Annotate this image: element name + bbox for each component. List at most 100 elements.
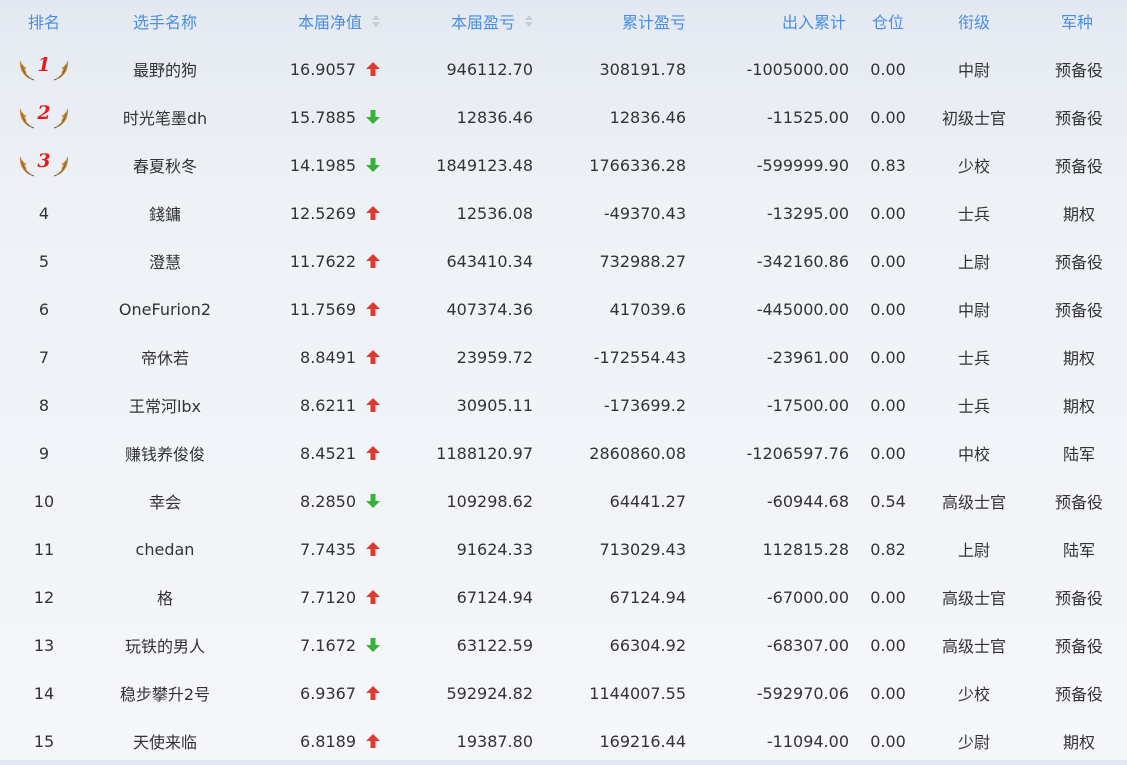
header-inout[interactable]: 出入累计 <box>686 0 846 42</box>
header-rank[interactable]: 排名 <box>0 0 88 42</box>
nav-cell: 8.4521 <box>300 443 356 463</box>
inout-cell: -342160.86 <box>756 251 849 271</box>
nav-cell: 8.6211 <box>300 395 356 415</box>
header-total-pl-label: 累计盈亏 <box>621 13 686 32</box>
season-pl-cell: 643410.34 <box>446 251 533 271</box>
position-cell: 0.00 <box>870 587 906 607</box>
header-grade[interactable]: 衔级 <box>921 0 1027 42</box>
total-pl-cell: 2860860.08 <box>589 443 686 463</box>
player-name-cell[interactable]: 王常河lbx <box>88 381 242 429</box>
inout-cell: -1206597.76 <box>746 443 849 463</box>
nav-cell: 11.7622 <box>289 251 356 271</box>
table-header: 排名 选手名称 本届净值 本届盈亏 累计盈亏 出入累计 仓位 衔级 军种 <box>0 0 1127 42</box>
table-row[interactable]: 8 王常河lbx 8.6211 30905.11 -173699.2 -17500.00 0… <box>0 381 1127 429</box>
arrow-up-icon <box>364 45 382 93</box>
season-pl-cell: 23959.72 <box>456 347 533 367</box>
rank-cell: 13 <box>33 635 55 655</box>
season-pl-cell: 1849123.48 <box>436 155 533 175</box>
player-name-cell[interactable]: chedan <box>88 525 242 573</box>
position-cell: 0.82 <box>870 539 906 559</box>
arrow-up-icon <box>364 669 382 717</box>
branch-cell: 预备役 <box>1054 493 1103 512</box>
total-pl-cell: 67124.94 <box>609 587 686 607</box>
header-branch[interactable]: 军种 <box>1027 0 1127 42</box>
grade-cell: 高级士官 <box>941 493 1006 512</box>
header-position[interactable]: 仓位 <box>855 0 921 42</box>
total-pl-cell: 12836.46 <box>609 107 686 127</box>
table-row[interactable]: 5 澄慧 11.7622 643410.34 732988.27 -342160.86 0.… <box>0 237 1127 285</box>
arrow-up-icon <box>364 333 382 381</box>
sort-icon[interactable] <box>525 15 533 27</box>
header-nav-sortable[interactable]: 本届净值 <box>242 0 380 42</box>
player-name-cell[interactable]: 格 <box>88 573 242 621</box>
nav-cell: 14.1985 <box>289 155 356 175</box>
inout-cell: -23961.00 <box>766 347 849 367</box>
total-pl-cell: 64441.27 <box>609 491 686 511</box>
table-row[interactable]: 7 帝休若 8.8491 23959.72 -172554.43 -23961.00 0.0… <box>0 333 1127 381</box>
position-cell: 0.00 <box>870 683 906 703</box>
season-pl-cell: 1188120.97 <box>436 443 533 463</box>
player-name-cell[interactable]: 澄慧 <box>88 237 242 285</box>
position-cell: 0.54 <box>870 491 906 511</box>
header-total-pl[interactable]: 累计盈亏 <box>533 0 686 42</box>
nav-cell: 12.5269 <box>289 203 356 223</box>
player-name-cell[interactable]: 稳步攀升2号 <box>88 669 242 717</box>
total-pl-cell: -49370.43 <box>603 203 686 223</box>
inout-cell: -68307.00 <box>766 635 849 655</box>
header-season-pl-sortable[interactable]: 本届盈亏 <box>380 0 533 42</box>
rank-cell: 7 <box>38 347 50 367</box>
table-row[interactable]: 11 chedan 7.7435 91624.33 713029.43 112815.28… <box>0 525 1127 573</box>
table-row[interactable]: 10 幸会 8.2850 109298.62 64441.27 -60944.68 0.54… <box>0 477 1127 525</box>
nav-cell: 7.1672 <box>300 635 356 655</box>
table-row[interactable]: 6 OneFurion2 11.7569 407374.36 417039.6 -4450… <box>0 285 1127 333</box>
table-row[interactable]: 4 錢鏞 12.5269 12536.08 -49370.43 -13295.00 0.00… <box>0 189 1127 237</box>
grade-cell: 中尉 <box>957 301 990 320</box>
rank-cell: 10 <box>33 491 55 511</box>
arrow-up-icon <box>364 429 382 477</box>
arrow-down-icon <box>364 141 382 189</box>
branch-cell: 预备役 <box>1054 61 1103 80</box>
player-name-cell[interactable]: 帝休若 <box>88 333 242 381</box>
table-row[interactable]: 13 玩铁的男人 7.1672 63122.59 66304.92 -68307.00 0.… <box>0 621 1127 669</box>
player-name-cell[interactable]: OneFurion2 <box>88 285 242 333</box>
position-cell: 0.00 <box>870 203 906 223</box>
player-name-cell[interactable]: 幸会 <box>88 477 242 525</box>
player-name-cell[interactable]: 时光笔墨dh <box>88 93 242 141</box>
player-name-cell[interactable]: 天使来临 <box>88 717 242 765</box>
branch-cell: 陆军 <box>1062 541 1095 560</box>
branch-cell: 预备役 <box>1054 253 1103 272</box>
table-row[interactable]: 3 春夏秋冬 14.1985 1849123.48 1766336.28 -599999.… <box>0 141 1127 189</box>
rank-cell: 2 <box>0 93 88 141</box>
player-name-cell[interactable]: 春夏秋冬 <box>88 141 242 189</box>
inout-cell: -13295.00 <box>766 203 849 223</box>
player-name-cell[interactable]: 錢鏞 <box>88 189 242 237</box>
table-row[interactable]: 14 稳步攀升2号 6.9367 592924.82 1144007.55 -592970… <box>0 669 1127 717</box>
header-nav-label: 本届净值 <box>297 13 362 32</box>
player-name-cell[interactable]: 最野的狗 <box>88 45 242 93</box>
position-cell: 0.00 <box>870 635 906 655</box>
season-pl-cell: 63122.59 <box>456 635 533 655</box>
wing-medal-icon: 3 <box>18 150 69 178</box>
arrow-up-icon <box>364 381 382 429</box>
rank-cell: 14 <box>33 683 55 703</box>
grade-cell: 上尉 <box>957 541 990 560</box>
inout-cell: -599999.90 <box>756 155 849 175</box>
table-row[interactable]: 12 格 7.7120 67124.94 67124.94 -67000.00 0.00 高级… <box>0 573 1127 621</box>
player-name-cell[interactable]: 玩铁的男人 <box>88 621 242 669</box>
table-row[interactable]: 15 天使来临 6.8189 19387.80 169216.44 -11094.00 0.… <box>0 717 1127 765</box>
grade-cell: 少校 <box>957 685 990 704</box>
branch-cell: 预备役 <box>1054 685 1103 704</box>
rank-cell: 8 <box>38 395 50 415</box>
table-row[interactable]: 9 赚钱养俊俊 8.4521 1188120.97 2860860.08 -1206597… <box>0 429 1127 477</box>
total-pl-cell: 308191.78 <box>599 59 686 79</box>
rank-cell: 1 <box>0 45 88 93</box>
position-cell: 0.00 <box>870 443 906 463</box>
sort-icon[interactable] <box>372 15 380 27</box>
rank-cell: 6 <box>38 299 50 319</box>
rank-cell: 11 <box>33 539 55 559</box>
player-name-cell[interactable]: 赚钱养俊俊 <box>88 429 242 477</box>
table-row[interactable]: 2 时光笔墨dh 15.7885 12836.46 12836.46 -11525.00 0… <box>0 93 1127 141</box>
rank-cell: 15 <box>33 731 55 751</box>
header-player[interactable]: 选手名称 <box>88 0 242 42</box>
table-row[interactable]: 1 最野的狗 16.9057 946112.70 308191.78 -1005000.0… <box>0 45 1127 93</box>
